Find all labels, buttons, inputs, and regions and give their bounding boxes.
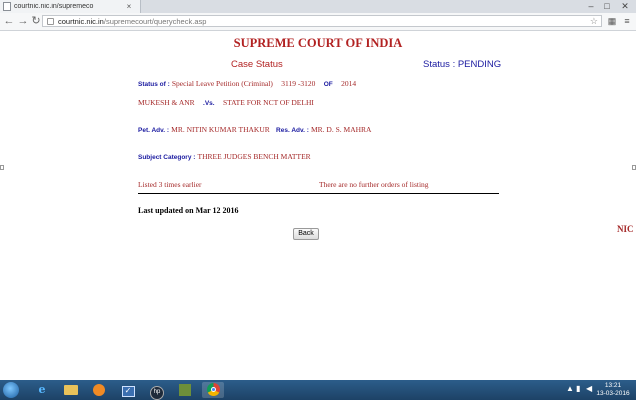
tab-title: courtnic.nic.in/supremeco xyxy=(14,3,94,10)
case-type: Special Leave Petition (Criminal) xyxy=(171,79,273,88)
menu-icon[interactable]: ≡ xyxy=(621,15,633,27)
address-url[interactable]: courtnic.nic.in/supremecourt/querycheck.… xyxy=(58,17,206,26)
media-player-icon[interactable] xyxy=(88,382,110,398)
books-icon[interactable] xyxy=(174,382,196,398)
tab-close-icon[interactable]: × xyxy=(124,2,134,11)
tray-arrow-icon[interactable]: ▲ xyxy=(566,384,574,393)
browser-tab[interactable]: courtnic.nic.in/supremeco × xyxy=(0,0,141,13)
page-info-icon[interactable] xyxy=(47,17,54,25)
start-button[interactable] xyxy=(3,382,19,398)
case-year: 2014 xyxy=(341,79,357,88)
page-title: SUPREME COURT OF INDIA xyxy=(233,36,403,50)
back-arrow-icon[interactable]: ← xyxy=(3,14,15,28)
subject-category: THREE JUDGES BENCH MATTER xyxy=(197,152,311,161)
taskbar: e ✓ hp ▲ ▮ ◀ 13:21 13-03-2016 xyxy=(0,380,636,400)
of-label: OF xyxy=(323,81,333,88)
browser-toolbar: ← → ↻ courtnic.nic.in/supremecourt/query… xyxy=(0,13,636,31)
volume-icon[interactable]: ◀ xyxy=(586,384,592,393)
advocates-row: Pet. Adv. : MR. NITIN KUMAR THAKUR Res. … xyxy=(138,125,371,134)
checklist-icon[interactable]: ✓ xyxy=(117,382,139,398)
pet-adv-label: Pet. Adv. : xyxy=(138,127,170,134)
clock-date: 13-03-2016 xyxy=(596,390,630,397)
forward-arrow-icon[interactable]: → xyxy=(17,14,29,28)
pet-adv: MR. NITIN KUMAR THAKUR xyxy=(171,125,270,134)
divider xyxy=(138,193,499,194)
status-badge: Status : PENDING xyxy=(423,59,502,70)
bookmark-star-icon[interactable]: ☆ xyxy=(590,16,598,26)
window-minimize-button[interactable]: – xyxy=(584,0,598,12)
ie-icon[interactable]: e xyxy=(31,382,53,398)
window-maximize-button[interactable]: □ xyxy=(600,0,614,12)
page-favicon-icon xyxy=(3,2,11,11)
hp-icon[interactable]: hp xyxy=(146,382,168,400)
status-of-label: Status of : xyxy=(138,81,170,88)
nic-label: NIC xyxy=(617,224,634,234)
last-updated: Last updated on Mar 12 2016 xyxy=(138,206,239,215)
subject-category-label: Subject Category : xyxy=(138,154,196,161)
respondent: STATE FOR NCT OF DELHI xyxy=(222,98,314,107)
left-resize-handle[interactable] xyxy=(0,165,4,170)
page-content: SUPREME COURT OF INDIA Case Status Statu… xyxy=(0,31,636,380)
clock[interactable]: 13:21 13-03-2016 xyxy=(596,382,630,398)
listed-count: Listed 3 times earlier xyxy=(138,180,202,189)
further-orders-row: There are no further orders of listing xyxy=(319,180,429,189)
back-button[interactable]: Back xyxy=(293,228,319,240)
listing-row: Listed 3 times earlier xyxy=(138,180,202,189)
res-adv: MR. D. S. MAHRA xyxy=(311,125,372,134)
extension-icon[interactable]: ▦ xyxy=(606,15,618,27)
case-status-label: Case Status xyxy=(231,59,283,70)
file-explorer-icon[interactable] xyxy=(60,382,82,398)
versus-label: .Vs. xyxy=(203,100,215,107)
further-orders: There are no further orders of listing xyxy=(319,180,429,189)
window-close-button[interactable]: ✕ xyxy=(618,0,632,12)
address-bar[interactable]: courtnic.nic.in/supremecourt/querycheck.… xyxy=(42,15,602,27)
right-resize-handle[interactable] xyxy=(632,165,636,170)
case-details-row: Status of : Special Leave Petition (Crim… xyxy=(138,79,356,88)
petitioner: MUKESH & ANR xyxy=(138,98,195,107)
network-icon[interactable]: ▮ xyxy=(576,384,580,393)
case-number: 3119 -3120 xyxy=(281,79,316,88)
subject-category-row: Subject Category : THREE JUDGES BENCH MA… xyxy=(138,152,311,161)
parties-row: MUKESH & ANR .Vs. STATE FOR NCT OF DELHI xyxy=(138,98,314,107)
res-adv-label: Res. Adv. : xyxy=(276,127,309,134)
reload-icon[interactable]: ↻ xyxy=(30,14,42,28)
tab-strip: courtnic.nic.in/supremeco × – □ ✕ xyxy=(0,0,636,13)
chrome-icon[interactable] xyxy=(202,382,224,398)
clock-time: 13:21 xyxy=(604,382,622,389)
